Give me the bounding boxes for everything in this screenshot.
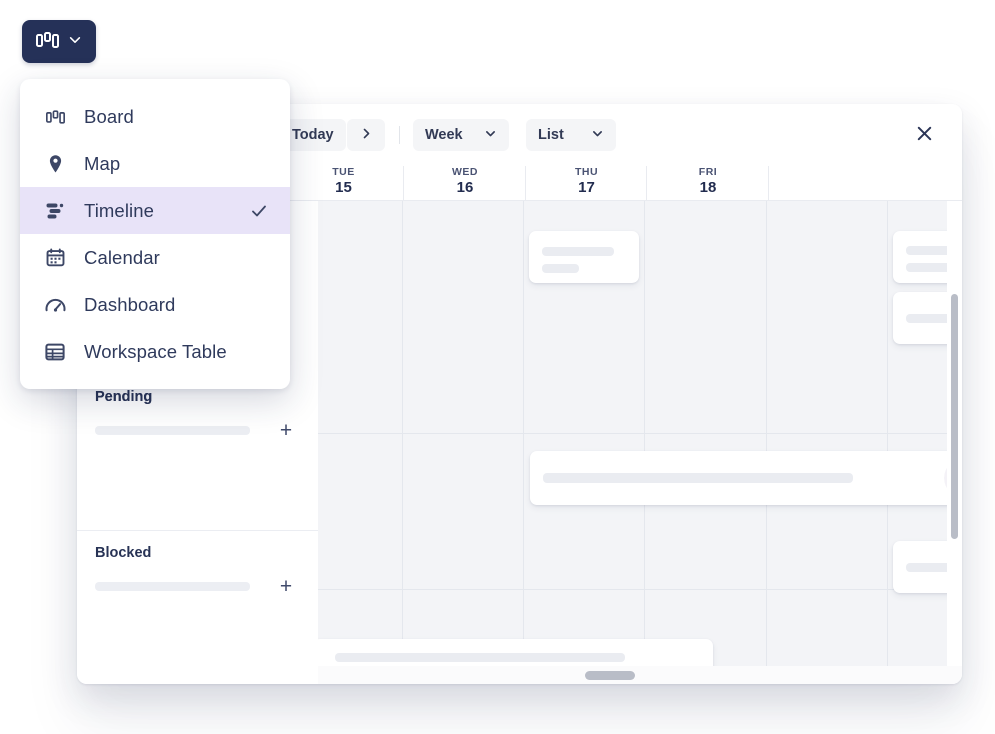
view-dropdown-menu: Board Map Timeline Calendar Dashboard Wo…: [20, 79, 290, 389]
today-label: Today: [292, 127, 334, 143]
horizontal-scrollbar-track[interactable]: [318, 666, 962, 684]
plus-icon: +: [279, 418, 293, 442]
day-column-header: THU 17: [525, 166, 647, 201]
chevron-right-icon: [360, 127, 373, 144]
grid-column-line: [402, 201, 403, 684]
plus-icon: +: [279, 574, 293, 598]
check-icon: [250, 202, 268, 220]
menu-item-label: Timeline: [84, 199, 155, 221]
calendar-icon: [44, 247, 66, 269]
close-button[interactable]: [909, 120, 939, 150]
week-label: Week: [425, 127, 463, 143]
table-icon: [44, 341, 66, 363]
add-item-blocked-button[interactable]: +: [275, 575, 297, 597]
day-number: 16: [456, 179, 474, 196]
day-of-week: WED: [452, 166, 478, 178]
card-skeleton-line: [543, 473, 853, 483]
grid-column-line: [644, 201, 645, 684]
group-title-pending: Pending: [95, 389, 153, 405]
menu-item-map[interactable]: Map: [20, 140, 290, 187]
menu-item-label: Calendar: [84, 246, 160, 268]
menu-item-workspace-table[interactable]: Workspace Table: [20, 328, 290, 375]
menu-item-timeline[interactable]: Timeline: [20, 187, 290, 234]
timeline-icon: [44, 200, 66, 222]
group-divider: [77, 530, 318, 531]
add-item-pending-button[interactable]: +: [275, 419, 297, 441]
timeline-card[interactable]: [530, 451, 962, 505]
day-column-header: WED 16: [403, 166, 526, 201]
grid-column-line: [766, 201, 767, 684]
card-skeleton-line: [542, 264, 579, 273]
card-skeleton-line: [542, 247, 614, 256]
menu-check-slot: [250, 108, 268, 126]
menu-item-board[interactable]: Board: [20, 93, 290, 140]
day-number: 15: [335, 179, 352, 196]
horizontal-scrollbar-thumb[interactable]: [585, 671, 635, 680]
toolbar-divider: [399, 126, 400, 144]
screenshot-stage: Today Week List TUE 15 WED 16 THU 17 FRI…: [0, 0, 995, 734]
menu-item-label: Dashboard: [84, 293, 176, 315]
menu-check-slot: [250, 249, 268, 267]
card-skeleton-line: [335, 653, 625, 662]
range-select-week[interactable]: Week: [413, 119, 509, 151]
day-column-header: FRI 18: [646, 166, 769, 201]
timeline-grid: [318, 201, 962, 684]
vertical-scrollbar-thumb[interactable]: [951, 294, 958, 539]
menu-item-label: Board: [84, 105, 134, 127]
day-column-header-partial: [768, 166, 829, 201]
menu-item-calendar[interactable]: Calendar: [20, 234, 290, 281]
menu-check-slot: [250, 155, 268, 173]
chevron-down-icon: [484, 127, 497, 144]
day-number: 18: [699, 179, 717, 196]
day-number: 17: [578, 179, 595, 196]
close-icon: [915, 124, 934, 146]
grid-row-line: [318, 433, 962, 434]
day-of-week: FRI: [698, 166, 718, 178]
grid-column-line: [523, 201, 524, 684]
dashboard-icon: [44, 294, 66, 316]
menu-item-label: Workspace Table: [84, 340, 227, 362]
chevron-down-icon: [591, 127, 604, 144]
grid-column-line: [887, 201, 888, 684]
layout-select-list[interactable]: List: [526, 119, 616, 151]
list-label: List: [538, 127, 564, 143]
board-icon: [36, 32, 59, 51]
board-icon: [44, 106, 66, 128]
map-pin-icon: [44, 153, 66, 175]
grid-row-line: [318, 589, 962, 590]
group-skeleton-bar: [95, 582, 250, 591]
menu-check-slot: [250, 343, 268, 361]
group-title-blocked: Blocked: [95, 545, 152, 561]
day-column-header: TUE 15: [282, 166, 404, 201]
group-skeleton-bar: [95, 426, 250, 435]
menu-item-label: Map: [84, 152, 121, 174]
day-of-week: THU: [574, 166, 599, 178]
timeline-card[interactable]: [529, 231, 639, 283]
menu-check-slot: [250, 296, 268, 314]
chevron-down-icon: [68, 33, 82, 50]
next-period-button[interactable]: [347, 119, 385, 151]
menu-item-dashboard[interactable]: Dashboard: [20, 281, 290, 328]
day-of-week: TUE: [332, 166, 355, 178]
view-switcher-button[interactable]: [22, 20, 96, 63]
